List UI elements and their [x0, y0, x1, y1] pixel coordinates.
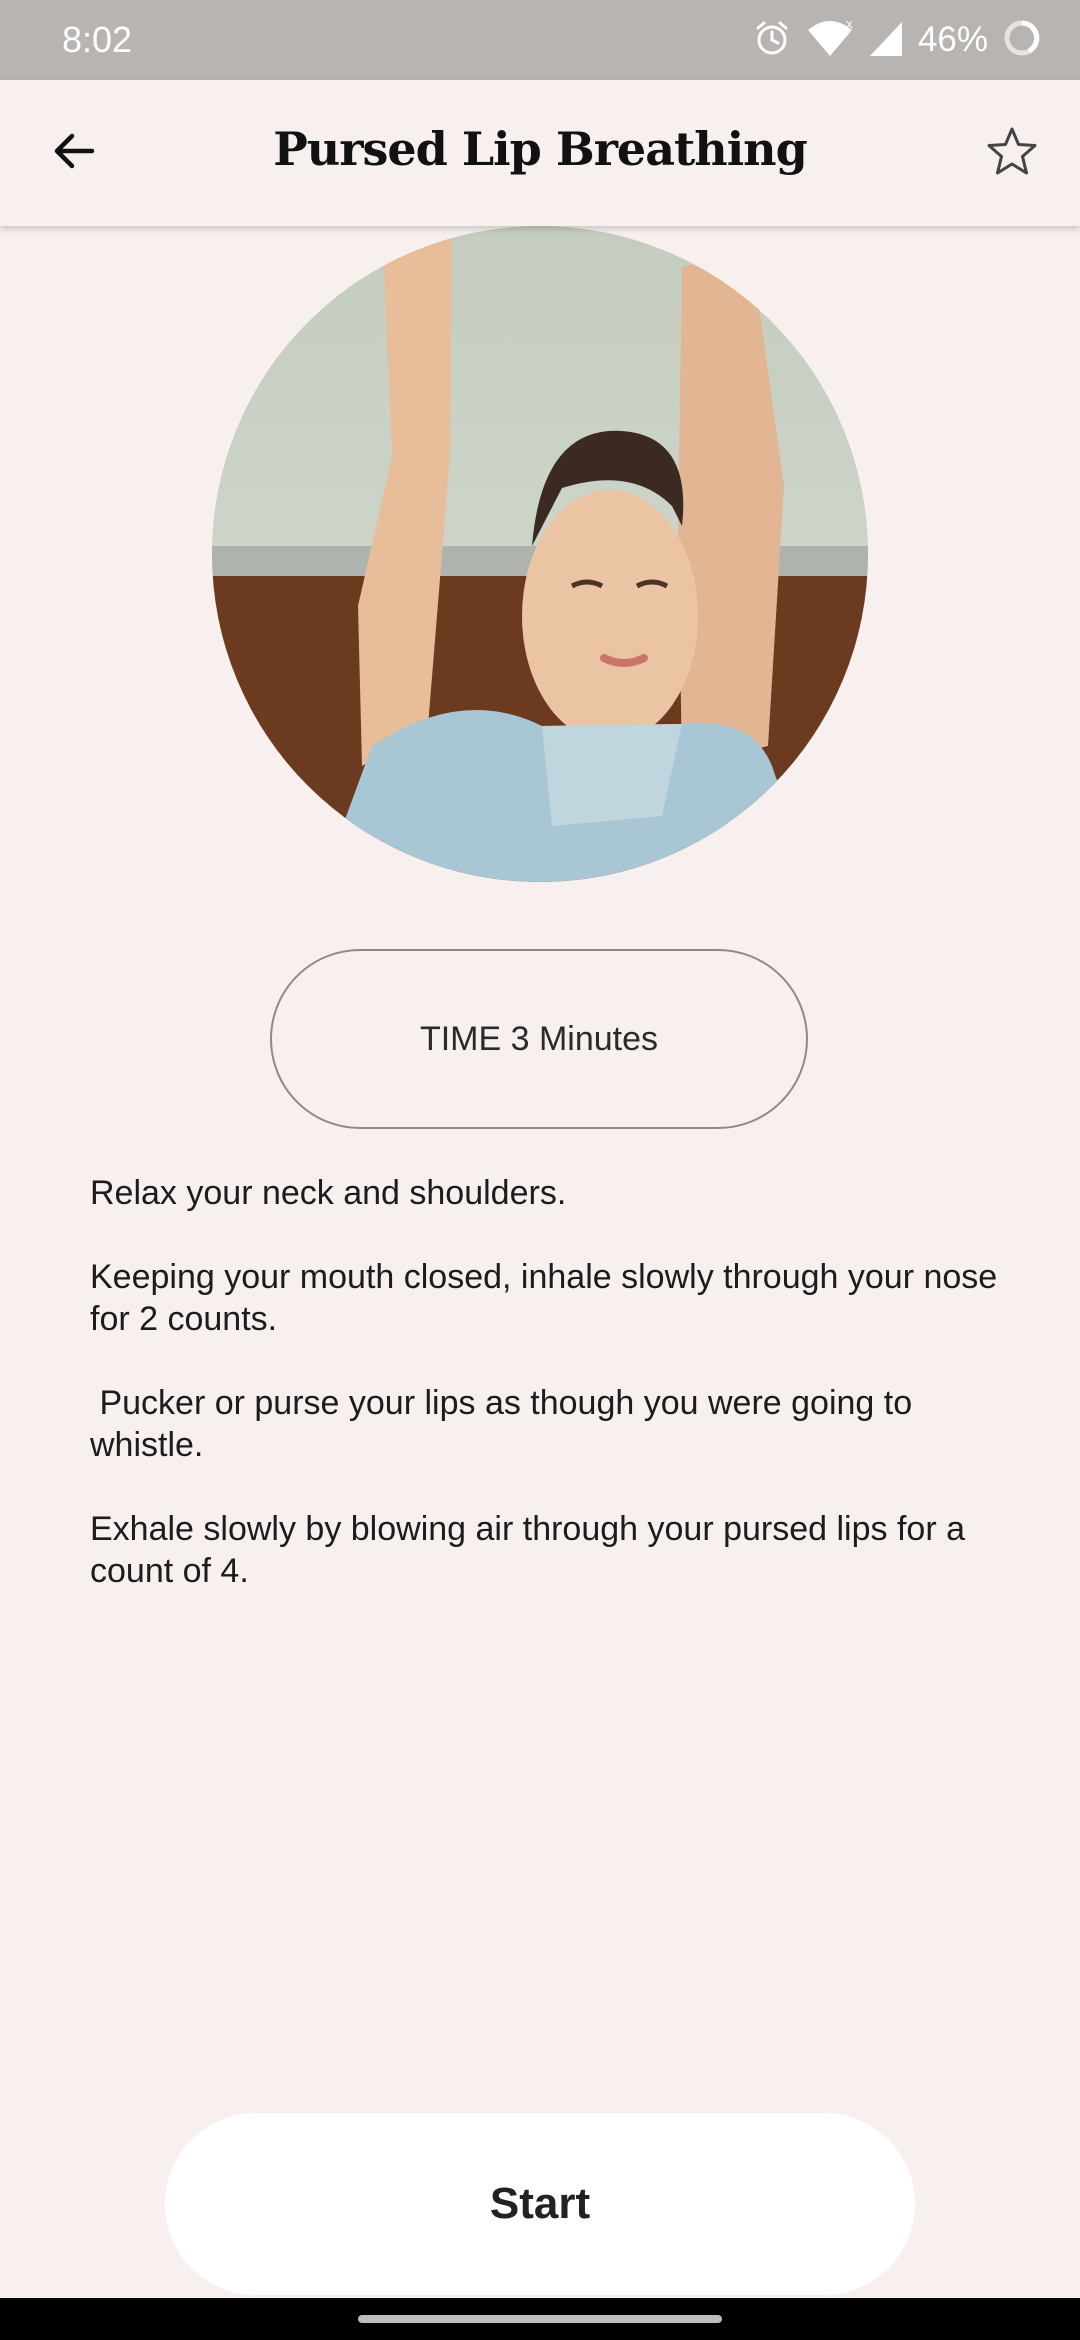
- signal-icon: [868, 18, 904, 63]
- home-gesture-handle[interactable]: [358, 2315, 722, 2323]
- svg-text:x: x: [846, 18, 853, 31]
- wifi-icon: x: [806, 16, 854, 63]
- alarm-icon: [752, 18, 792, 63]
- duration-label: TIME 3 Minutes: [419, 1019, 659, 1058]
- instruction-step: Pucker or purse your lips as though you …: [90, 1384, 922, 1464]
- instructions-list: Relax your neck and shoulders. Keeping y…: [90, 1172, 1010, 1634]
- app-bar: Pursed Lip Breathing: [0, 80, 1080, 226]
- exercise-photo: [212, 226, 868, 882]
- status-icons: x 46%: [752, 16, 1042, 64]
- status-time: 8:02: [62, 19, 133, 60]
- favorite-button[interactable]: [982, 123, 1042, 183]
- page-title: Pursed Lip Breathing: [273, 122, 808, 176]
- start-button[interactable]: Start: [165, 2113, 915, 2295]
- star-outline-icon: [986, 125, 1038, 182]
- instruction-step: Keeping your mouth closed, inhale slowly…: [90, 1258, 1007, 1338]
- instruction-step: Relax your neck and shoulders.: [90, 1174, 567, 1212]
- system-nav-bar: [0, 2298, 1080, 2340]
- battery-icon: [1002, 18, 1042, 63]
- status-bar: 8:02 x 46%: [0, 0, 1080, 80]
- duration-pill: TIME 3 Minutes: [270, 949, 808, 1129]
- instruction-step: Exhale slowly by blowing air through you…: [90, 1510, 975, 1590]
- battery-percent: 46%: [917, 20, 988, 59]
